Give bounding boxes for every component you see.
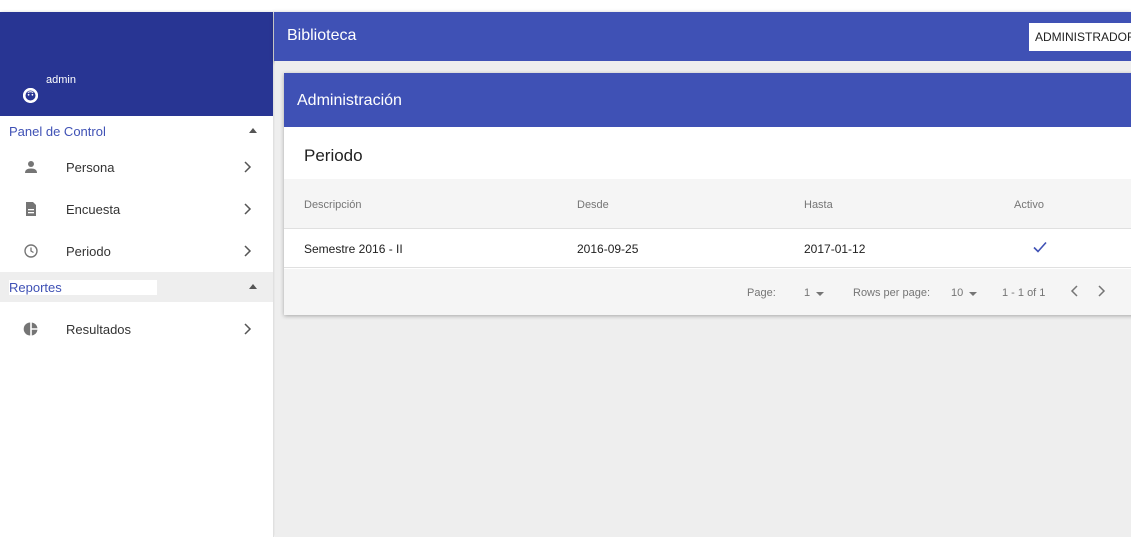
pagination-range: 1 - 1 of 1: [1002, 287, 1046, 299]
previous-page-button[interactable]: [1070, 284, 1080, 298]
role-button[interactable]: ADMINISTRADOR: [1029, 23, 1131, 51]
sidebar: admin Panel de Control Persona Encuesta …: [0, 12, 274, 537]
next-page-button[interactable]: [1096, 284, 1106, 298]
cell-desde: 2016-09-25: [577, 242, 639, 256]
check-icon: [1032, 240, 1048, 254]
main-content: Administración Periodo Descripción Desde…: [275, 61, 1131, 537]
chevron-right-icon: [243, 322, 253, 336]
card-header: Administración: [284, 73, 1131, 127]
app-title: Biblioteca: [287, 27, 357, 44]
sidebar-item-persona[interactable]: Persona: [0, 146, 273, 188]
sidebar-item-label: Persona: [66, 159, 115, 175]
chevron-right-icon: [243, 244, 253, 258]
table-row[interactable]: Semestre 2016 - II 2016-09-25 2017-01-12: [284, 228, 1131, 268]
sidebar-header: admin: [0, 12, 273, 116]
sidebar-item-periodo[interactable]: Periodo: [0, 230, 273, 272]
page-select[interactable]: 1: [804, 287, 810, 299]
cell-descripcion: Semestre 2016 - II: [304, 242, 403, 256]
sidebar-item-resultados[interactable]: Resultados: [0, 308, 273, 350]
person-icon: [23, 159, 39, 175]
column-header-desde[interactable]: Desde: [577, 199, 609, 211]
caret-up-icon: [249, 284, 257, 289]
page-label: Page:: [747, 287, 776, 299]
column-header-activo[interactable]: Activo: [1014, 199, 1044, 211]
table-footer: Page: 1 Rows per page: 10 1 - 1 of 1: [284, 269, 1131, 315]
chevron-right-icon: [243, 160, 253, 174]
section-label: Panel de Control: [9, 123, 174, 139]
rows-per-page-label: Rows per page:: [853, 287, 931, 299]
table-header: Descripción Desde Hasta Activo: [284, 179, 1131, 228]
chevron-right-icon: [243, 202, 253, 216]
sidebar-item-label: Resultados: [66, 321, 132, 337]
admin-card: Administración Periodo Descripción Desde…: [284, 73, 1131, 315]
sidebar-item-label: Encuesta: [66, 201, 121, 217]
top-strip: [0, 0, 1131, 12]
sidebar-item-label: Periodo: [66, 243, 111, 259]
sidebar-item-encuesta[interactable]: Encuesta: [0, 188, 273, 230]
document-icon: [23, 201, 39, 217]
clock-icon: [23, 243, 39, 259]
card-subtitle: Periodo: [304, 146, 363, 165]
section-reportes[interactable]: Reportes: [0, 272, 273, 302]
section-label: Reportes: [9, 279, 157, 295]
rows-per-page-select[interactable]: 10: [951, 287, 963, 299]
dropdown-caret-icon: [816, 292, 824, 296]
section-panel-de-control[interactable]: Panel de Control: [0, 116, 273, 146]
cell-hasta: 2017-01-12: [804, 242, 866, 256]
dropdown-caret-icon: [969, 292, 977, 296]
app-root: admin Panel de Control Persona Encuesta …: [0, 0, 1131, 537]
caret-up-icon: [249, 128, 257, 133]
app-bar: Biblioteca ADMINISTRADOR: [274, 12, 1131, 61]
face-icon: [23, 88, 38, 103]
card-title: Administración: [297, 92, 402, 109]
user-name: admin: [46, 74, 76, 86]
column-header-descripcion[interactable]: Descripción: [304, 199, 361, 211]
column-header-hasta[interactable]: Hasta: [804, 199, 833, 211]
pie-chart-icon: [23, 321, 39, 337]
